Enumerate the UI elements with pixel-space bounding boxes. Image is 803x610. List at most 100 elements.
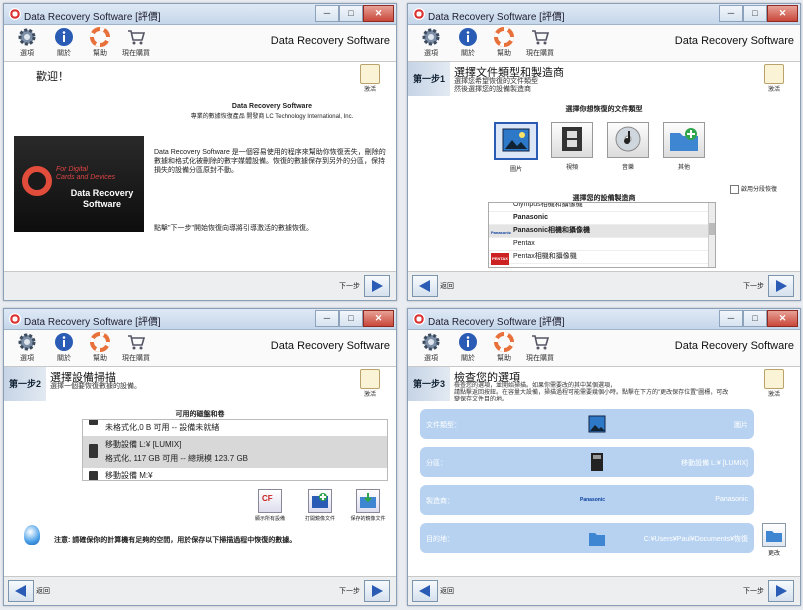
next-label: 下一步 [743, 283, 764, 290]
maximize-button[interactable]: □ [339, 5, 363, 22]
info-icon [459, 333, 477, 351]
options-button[interactable]: 選項 [9, 332, 45, 363]
activate-button[interactable]: 激活 [760, 64, 788, 93]
help-button[interactable]: 幫助 [486, 332, 522, 363]
about-button[interactable]: 關於 [46, 332, 82, 363]
window-title: Data Recovery Software [評價] [428, 12, 565, 23]
close-button[interactable]: ✕ [363, 310, 394, 327]
table-row[interactable]: 移動設備 M:¥ [83, 468, 387, 480]
activate-button[interactable]: 激活 [356, 64, 384, 93]
table-row[interactable]: 移動設備 L:¥ [LUMIX] 格式化, 117 GB 可用 -- 總規模 1… [83, 436, 387, 468]
title-bar[interactable]: Data Recovery Software [評價] ─ □ ✕ [408, 309, 800, 330]
buy-now-button[interactable]: 現在購買 [522, 27, 558, 58]
next-button[interactable] [364, 275, 390, 297]
buy-now-button[interactable]: 現在購買 [522, 332, 558, 363]
file-type-pictures[interactable]: 圖片 [494, 122, 538, 173]
activate-button[interactable]: 激活 [760, 369, 788, 398]
maximize-button[interactable]: □ [743, 310, 767, 327]
list-item[interactable]: Pentax [489, 238, 715, 251]
summary-key: 文件類型： [426, 422, 461, 429]
brand-name: Data Recovery Software [674, 340, 794, 352]
minimize-button[interactable]: ─ [719, 5, 743, 22]
about-button[interactable]: 關於 [450, 332, 486, 363]
gear-icon [18, 28, 36, 46]
close-button[interactable]: ✕ [363, 5, 394, 22]
change-destination-button[interactable]: 更改 [760, 523, 788, 557]
options-button[interactable]: 選項 [413, 27, 449, 58]
page-title: 歡迎！ [36, 71, 69, 83]
list-scrollbar[interactable] [708, 203, 715, 267]
list-item-label: Pentax相機和攝像機 [513, 253, 577, 260]
save-image-button[interactable]: 保存的鏡像文件 [340, 489, 396, 522]
title-bar[interactable]: Data Recovery Software [評價] ─ □ ✕ [4, 4, 396, 25]
key-icon [764, 369, 784, 389]
action-label: 顯示所有設備 [254, 516, 285, 522]
buy-now-label: 現在購買 [526, 355, 554, 362]
close-button[interactable]: ✕ [767, 5, 798, 22]
minimize-button[interactable]: ─ [719, 310, 743, 327]
drive-list[interactable]: 未格式化,0 B 可用 -- 設備未就緒 移動設備 L:¥ [LUMIX] 格式… [82, 419, 388, 481]
arrow-right-icon [372, 585, 383, 597]
back-button[interactable] [8, 580, 34, 602]
maximize-button[interactable]: □ [339, 310, 363, 327]
back-label: 返回 [440, 588, 454, 595]
buy-now-button[interactable]: 現在購買 [118, 332, 154, 363]
options-button[interactable]: 選項 [413, 332, 449, 363]
help-button[interactable]: 幫助 [82, 332, 118, 363]
show-all-devices-button[interactable]: CF 顯示所有設備 [242, 489, 298, 522]
summary-row-destination: 目的地： C:¥Users¥Paul¥Documents¥恢復 [420, 523, 754, 553]
activate-button[interactable]: 激活 [356, 369, 384, 398]
window-title: Data Recovery Software [評價] [24, 12, 161, 23]
folder-add-icon [670, 128, 698, 151]
summary-value: 移動設備 L:¥ [LUMIX] [681, 460, 748, 467]
about-button[interactable]: 關於 [450, 27, 486, 58]
panasonic-logo: Panasonic [580, 497, 606, 503]
file-type-label: 其他 [677, 165, 690, 171]
list-item[interactable]: PENTAX Pentax相機和攝像機 [489, 251, 715, 265]
list-item[interactable]: Panasonic Panasonic相機和攝像機 [489, 225, 715, 238]
file-type-other[interactable]: 其他 [662, 122, 706, 171]
arrow-right-icon [776, 280, 787, 292]
sd-card-icon [89, 471, 98, 480]
table-row[interactable]: 未格式化,0 B 可用 -- 設備未就緒 [83, 420, 387, 436]
options-button[interactable]: 選項 [9, 27, 45, 58]
list-item[interactable]: Panasonic [489, 212, 715, 225]
next-button[interactable] [768, 275, 794, 297]
file-types-heading: 選擇你想恢復的文件類型 [565, 106, 643, 113]
scrollbar-thumb[interactable] [709, 223, 715, 235]
next-button[interactable] [364, 580, 390, 602]
help-button[interactable]: 幫助 [486, 27, 522, 58]
lifebuoy-logo-icon [22, 166, 52, 196]
close-button[interactable]: ✕ [767, 310, 798, 327]
cart-icon [128, 335, 146, 350]
buy-now-button[interactable]: 現在購買 [118, 27, 154, 58]
arrow-right-icon [372, 280, 383, 292]
page-subtitle: 選擇一個要恢復數據的設備。 [50, 383, 141, 390]
disk-icon [89, 420, 98, 425]
back-button[interactable] [412, 275, 438, 297]
summary-key: 分區： [426, 460, 447, 467]
about-button[interactable]: 關於 [46, 27, 82, 58]
summary-key: 製造商： [426, 498, 454, 505]
next-label: 下一步 [743, 588, 764, 595]
list-item[interactable]: Olympus相機和攝像機 [489, 203, 715, 212]
gear-icon [422, 28, 440, 46]
manufacturer-list[interactable]: Olympus相機和攝像機 Panasonic Panasonic Panaso… [488, 202, 716, 268]
list-item-label: Panasonic相機和攝像機 [513, 227, 591, 234]
file-type-music[interactable]: 音樂 [606, 122, 650, 171]
help-button[interactable]: 幫助 [82, 27, 118, 58]
maximize-button[interactable]: □ [743, 5, 767, 22]
pentax-logo: PENTAX [491, 253, 509, 265]
file-type-video[interactable]: 視頻 [550, 122, 594, 171]
summary-row-manufacturer: 製造商： Panasonic Panasonic [420, 485, 754, 515]
logo-tagline: For Digital Cards and Devices [56, 166, 116, 181]
minimize-button[interactable]: ─ [315, 310, 339, 327]
back-button[interactable] [412, 580, 438, 602]
next-button[interactable] [768, 580, 794, 602]
title-bar[interactable]: Data Recovery Software [評價] ─ □ ✕ [4, 309, 396, 330]
step-header: 歡迎！ 激活 [4, 62, 396, 97]
minimize-button[interactable]: ─ [315, 5, 339, 22]
key-icon [764, 64, 784, 84]
toolbar: 選項 關於 幫助 現在購買 Data Recovery Software [4, 25, 396, 62]
title-bar[interactable]: Data Recovery Software [評價] ─ □ ✕ [408, 4, 800, 25]
